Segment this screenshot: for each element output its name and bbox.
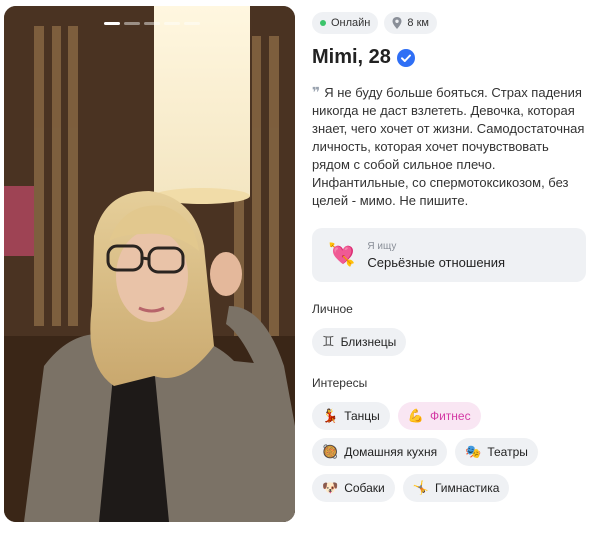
profile-panel: Онлайн 8 км Mimi, 28 ❞ Я не буду больше б… [312, 12, 592, 502]
distance-label: 8 км [407, 17, 429, 29]
online-label: Онлайн [331, 17, 371, 29]
distance-badge: 8 км [384, 12, 437, 34]
status-chips: Онлайн 8 км [312, 12, 592, 34]
cooking-pan-icon: 🥘 [322, 444, 339, 459]
interest-tag-cooking: 🥘 Домашняя кухня [312, 438, 448, 466]
location-pin-icon [392, 17, 402, 29]
interests-section-title: Интересы [312, 376, 368, 390]
online-dot-icon [320, 20, 326, 26]
interest-tag-gymnastics: 🤸 Гимнастика [402, 474, 510, 502]
gymnast-icon: 🤸 [412, 480, 429, 495]
heart-arrow-icon: 💘 [328, 242, 356, 267]
photo-dot-1[interactable] [104, 22, 120, 25]
personal-section-title: Личное [312, 302, 353, 316]
interest-label: Театры [487, 445, 528, 459]
photo-dot-5[interactable] [184, 22, 200, 25]
profile-photo[interactable] [4, 6, 295, 522]
interest-label: Фитнес [429, 409, 471, 423]
interest-tag-dogs: 🐶 Собаки [312, 474, 395, 502]
profile-name: Mimi, 28 [312, 46, 391, 68]
dancer-icon: 💃 [322, 408, 339, 423]
theatre-masks-icon: 🎭 [465, 444, 482, 459]
biceps-icon: 💪 [407, 408, 424, 423]
quote-icon: ❞ [312, 84, 321, 100]
interest-tag-fitness: 💪 Фитнес [397, 402, 481, 430]
interest-label: Гимнастика [434, 481, 500, 495]
interest-label: Танцы [344, 409, 380, 423]
verified-icon [396, 48, 415, 67]
seeking-texts: Я ищу Серьёзные отношения [367, 241, 505, 270]
zodiac-tag: ♊ Близнецы [312, 328, 407, 356]
seeking-label: Я ищу [367, 240, 397, 252]
interest-label: Собаки [344, 481, 385, 495]
seeking-value: Серьёзные отношения [367, 254, 506, 270]
photo-illustration [4, 6, 295, 522]
photo-pagination [104, 22, 200, 25]
name-row: Mimi, 28 [312, 46, 592, 69]
interest-tags: 💃 Танцы 💪 Фитнес 🥘 Домашняя кухня 🎭 Теат… [312, 402, 592, 502]
photo-dot-3[interactable] [144, 22, 160, 25]
profile-bio: ❞ Я не буду больше бояться. Страх падения… [312, 83, 590, 210]
online-badge: Онлайн [312, 12, 379, 34]
seeking-card: 💘 Я ищу Серьёзные отношения [312, 228, 586, 282]
photo-dot-4[interactable] [164, 22, 180, 25]
dog-icon: 🐶 [322, 480, 339, 495]
photo-dot-2[interactable] [124, 22, 140, 25]
gemini-icon: ♊ [322, 334, 335, 350]
interest-tag-dance: 💃 Танцы [312, 402, 390, 430]
interest-label: Домашняя кухня [344, 445, 438, 459]
personal-tags: ♊ Близнецы [312, 328, 592, 356]
zodiac-label: Близнецы [340, 335, 397, 349]
interest-tag-theatre: 🎭 Театры [455, 438, 538, 466]
bio-text: Я не буду больше бояться. Страх падения … [312, 85, 585, 208]
